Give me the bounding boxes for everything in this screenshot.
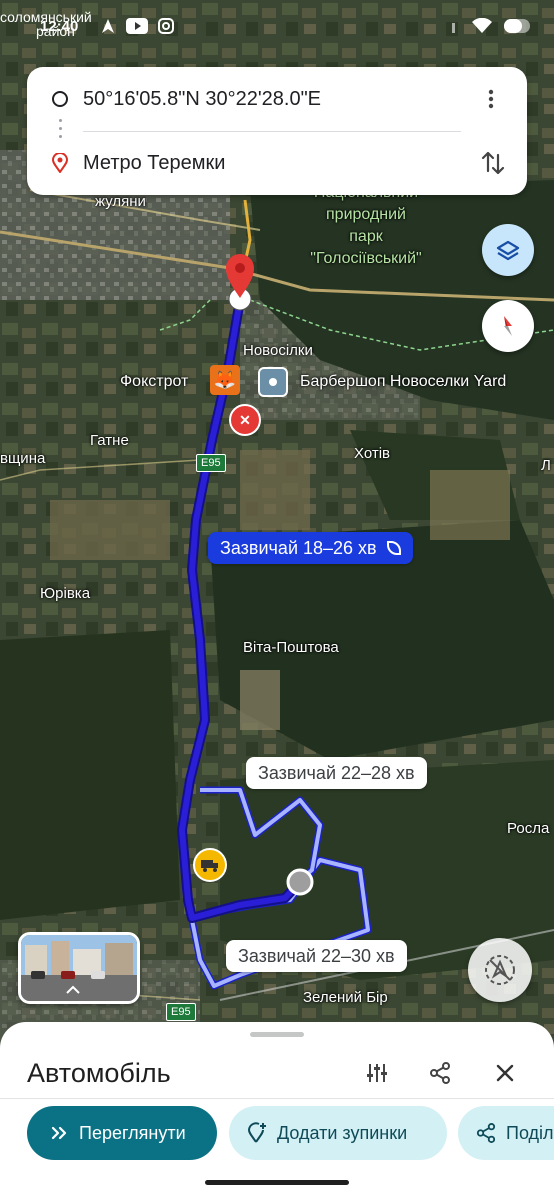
place-label: Зелений Бір — [303, 989, 388, 1006]
place-label: жуляни — [95, 193, 146, 210]
divider — [83, 131, 461, 132]
status-bar: соломянський район 12:40 — [0, 0, 554, 50]
battery-icon — [504, 19, 530, 33]
place-label: Віта-Поштова — [243, 639, 339, 656]
barbershop-icon[interactable] — [258, 367, 288, 397]
navigation-off-icon — [485, 955, 515, 985]
route-chip-alt-2[interactable]: Зазвичай 22–30 хв — [226, 940, 407, 972]
layers-button[interactable] — [482, 224, 534, 276]
route-chip-alt-2-label: Зазвичай 22–30 хв — [238, 945, 395, 966]
share-button[interactable]: Поділ — [458, 1106, 554, 1160]
signal-icon — [452, 23, 455, 33]
street-view-image — [21, 935, 137, 1001]
route-chip-alt-1[interactable]: Зазвичай 22–28 хв — [246, 757, 427, 789]
location-icon — [102, 19, 114, 33]
place-label: Новосілки — [243, 342, 313, 359]
wifi-icon — [472, 18, 492, 33]
route-chip-primary-label: Зазвичай 18–26 хв — [220, 537, 377, 558]
park-label: Національний природний парк "Голосіївськ… — [296, 182, 436, 270]
poi-label-foxtrot[interactable]: Фокстрот — [120, 374, 188, 390]
add-stops-button[interactable]: Додати зупинки — [229, 1106, 447, 1160]
compass-icon — [504, 316, 512, 336]
swap-vert-icon[interactable] — [479, 149, 507, 177]
share-icon — [430, 1062, 450, 1084]
compass-button[interactable] — [482, 300, 534, 352]
toll-truck-icon[interactable] — [193, 848, 227, 882]
destination-field[interactable]: Метро Теремки — [83, 152, 225, 175]
system-icons — [450, 18, 532, 34]
street-view-thumbnail[interactable] — [18, 932, 140, 1004]
home-indicator[interactable] — [205, 1180, 349, 1185]
youtube-icon — [126, 18, 148, 34]
place-label: Юрівка — [40, 585, 91, 602]
poi-label-barbershop[interactable]: Барбершоп Новоселки Yard — [300, 374, 506, 390]
clock: 12:40 — [40, 18, 79, 35]
chevrons-right-icon — [51, 1126, 67, 1140]
bottom-sheet: Автомобіль Переглянути Додати зупинки По… — [0, 1022, 554, 1200]
route-chip-alt-1-label: Зазвичай 22–28 хв — [258, 762, 415, 783]
place-label: Хотів — [354, 445, 391, 462]
origin-dot — [286, 868, 314, 896]
preview-button-label: Переглянути — [79, 1122, 186, 1143]
directions-card: 50°16'05.8"N 30°22'28.0"E Метро Теремки — [27, 67, 527, 195]
divider — [0, 1098, 554, 1099]
origin-row[interactable]: 50°16'05.8"N 30°22'28.0"E — [27, 69, 527, 129]
instagram-icon — [158, 18, 174, 34]
tune-icon — [367, 1064, 387, 1082]
preview-button[interactable]: Переглянути — [27, 1106, 217, 1160]
eco-leaf-icon — [386, 541, 401, 555]
route-options-button[interactable] — [362, 1058, 392, 1088]
destination-row[interactable]: Метро Теремки — [27, 133, 527, 193]
share-icon — [476, 1123, 496, 1143]
add-location-icon — [247, 1122, 266, 1143]
place-label: вщина — [0, 450, 46, 467]
close-icon — [496, 1064, 514, 1082]
travel-mode-title: Автомобіль — [27, 1058, 171, 1088]
car-crash-icon[interactable]: ✕ — [229, 404, 261, 436]
more-vert-icon[interactable] — [479, 87, 503, 111]
layers-icon — [496, 240, 520, 261]
place-label: Гатне — [90, 432, 129, 449]
notification-icons — [100, 18, 174, 34]
fox-store-icon[interactable]: 🦊 — [210, 365, 240, 395]
recenter-button[interactable] — [468, 938, 532, 1002]
park-label-line: природний — [326, 206, 406, 223]
destination-pin-icon — [51, 153, 69, 173]
share-route-button[interactable] — [425, 1058, 455, 1088]
park-label-line: парк — [349, 228, 383, 245]
place-label: Л — [541, 457, 551, 474]
origin-circle-icon — [52, 91, 68, 107]
park-label-line: "Голосіївський" — [310, 250, 422, 267]
add-stops-label: Додати зупинки — [277, 1122, 408, 1143]
origin-field[interactable]: 50°16'05.8"N 30°22'28.0"E — [83, 88, 321, 111]
close-button[interactable] — [490, 1058, 520, 1088]
place-label: Росла — [507, 820, 550, 837]
highway-shield: E95 — [196, 454, 226, 472]
route-chip-primary[interactable]: Зазвичай 18–26 хв — [208, 532, 413, 564]
highway-shield: E95 — [166, 1003, 196, 1021]
drag-handle[interactable] — [250, 1032, 304, 1037]
share-button-label: Поділ — [506, 1122, 554, 1143]
